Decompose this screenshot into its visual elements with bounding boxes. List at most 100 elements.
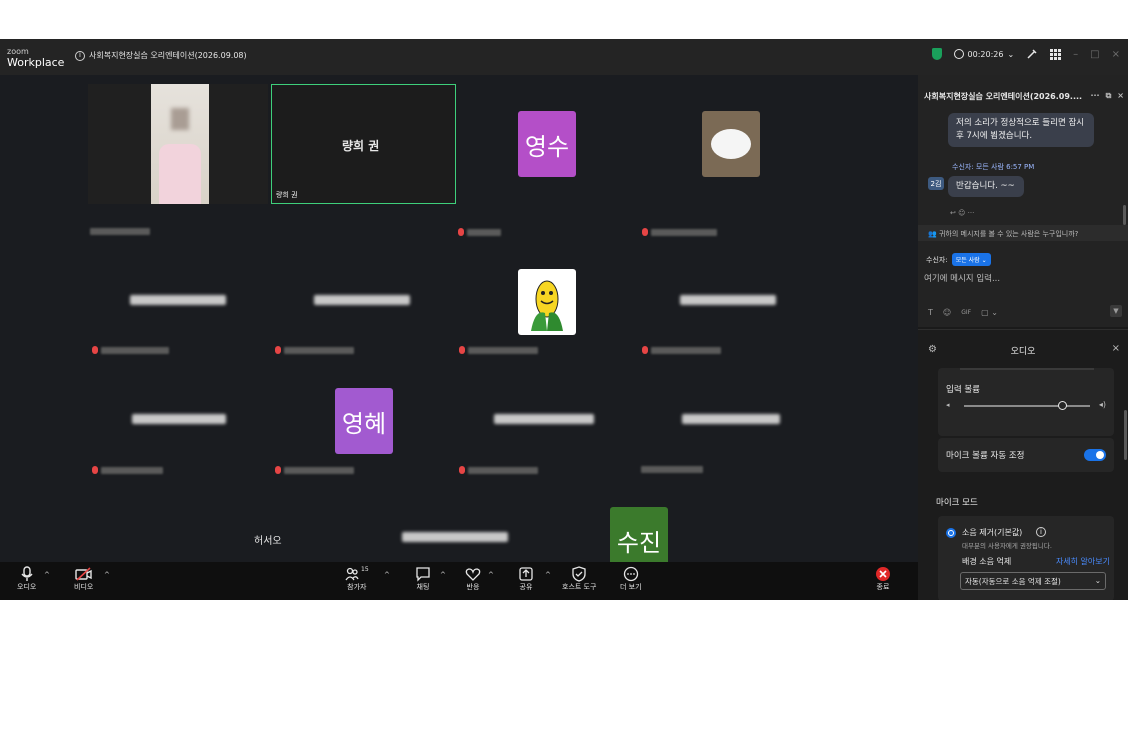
participants-label: 참가자 (347, 583, 367, 591)
share-screen-icon (519, 567, 533, 581)
bg-noise-select[interactable]: 자동(자동으로 소음 억제 조절) ⌄ (960, 572, 1106, 590)
input-volume-slider[interactable] (964, 405, 1090, 407)
who-can-see-notice[interactable]: 👥 귀하의 메시지를 볼 수 있는 사람은 누구입니까? (918, 225, 1128, 241)
participant-profile-photo (702, 111, 760, 177)
input-volume-label: 입력 볼륨 (946, 385, 980, 395)
participant-name-label (92, 466, 163, 474)
end-button[interactable]: 종료 (875, 566, 891, 592)
noise-suppression-desc: 대부분의 사용자에게 권장됩니다. (962, 542, 1052, 550)
screenshot-icon[interactable]: ▢ ⌄ (981, 308, 998, 317)
minimize-button[interactable]: – (1073, 49, 1078, 60)
active-speaker-tile[interactable]: 량희 권 량희 권 (271, 84, 456, 204)
chat-message-input[interactable] (924, 269, 1120, 289)
video-gallery: 량희 권 량희 권 영수 영혜 허서오 수진 (0, 75, 918, 591)
share-options-caret[interactable]: ^ (545, 571, 551, 579)
bg-noise-select-value: 자동(자동으로 소음 억제 조절) (965, 577, 1061, 586)
participant-name (494, 414, 594, 424)
volume-low-icon: ◂ (946, 401, 950, 409)
participant-name-label (275, 466, 354, 474)
participant-name (402, 532, 508, 542)
participant-name-label (459, 466, 538, 474)
who-can-see-text: 귀하의 메시지를 볼 수 있는 사람은 누구입니까? (938, 230, 1079, 238)
audio-close-button[interactable]: × (1112, 343, 1120, 354)
recipient-value: 모든 사람 (955, 257, 980, 264)
participant-avatar: 영혜 (335, 388, 393, 454)
recipient-selector: 수신자: 모든 사람 ⌄ (926, 253, 991, 266)
chat-scrollbar[interactable] (1123, 205, 1126, 225)
info-icon[interactable]: i (75, 50, 85, 61)
send-button[interactable]: ▼ (1110, 305, 1122, 317)
zoom-window: zoom Workplace i 사회복지현장실습 오리엔테이션(2026.09… (0, 39, 1128, 600)
auto-adjust-card: 마이크 볼륨 자동 조정 (938, 438, 1114, 472)
participants-options-caret[interactable]: ^ (384, 571, 390, 579)
meeting-info[interactable]: i 사회복지현장실습 오리엔테이션(2026.09.08) (75, 50, 247, 61)
people-icon: 👥 (928, 230, 937, 238)
participant-name: 허서오 (254, 536, 282, 547)
chat-message-bubble: 반갑습니다. ~~ (948, 176, 1024, 197)
video-options-caret[interactable]: ^ (104, 571, 110, 579)
security-shield-icon[interactable] (931, 48, 942, 60)
input-volume-thumb[interactable] (1057, 401, 1067, 410)
close-window-button[interactable]: × (1112, 49, 1120, 60)
participants-icon-group: 15 (345, 566, 369, 582)
input-volume-card: 입력 볼륨 ◂ ◂) (938, 368, 1114, 436)
mic-mode-title: 마이크 모드 (936, 498, 978, 508)
participant-name-label (642, 346, 721, 354)
mic-muted-icon (459, 346, 465, 354)
title-bar: zoom Workplace i 사회복지현장실습 오리엔테이션(2026.09… (0, 39, 1128, 75)
audio-panel-title: 오디오 (1010, 347, 1036, 357)
popout-icon[interactable]: ⧉ (1106, 91, 1112, 102)
mic-muted-icon (92, 466, 98, 474)
microphone-icon (21, 566, 33, 581)
audio-options-caret[interactable]: ^ (44, 571, 50, 579)
emoji-icon[interactable]: ☺ (943, 308, 951, 317)
corn-icon (531, 280, 563, 331)
participants-button[interactable]: 15 참가자 (345, 566, 369, 592)
mic-muted-icon (275, 466, 281, 474)
learn-more-link[interactable]: 자세히 알아보기 (1056, 556, 1110, 567)
chat-options-caret[interactable]: ^ (440, 571, 446, 579)
chat-title: 사회복지현장실습 오리엔테이션(2026.09.... (924, 92, 1083, 101)
chevron-down-icon: ⌄ (1094, 576, 1101, 585)
chat-header: 사회복지현장실습 오리엔테이션(2026.09.... ··· ⧉ × (924, 91, 1124, 102)
info-icon[interactable]: i (1036, 527, 1046, 537)
video-button[interactable]: 비디오 (74, 566, 93, 592)
maximize-button[interactable]: □ (1090, 49, 1099, 60)
zoom-logo: zoom Workplace (7, 47, 64, 69)
reactions-options-caret[interactable]: ^ (488, 571, 494, 579)
mic-muted-icon (458, 228, 464, 236)
noise-suppression-radio[interactable] (946, 528, 956, 538)
host-tools-button[interactable]: 호스트 도구 (562, 566, 596, 592)
pen-annotate-icon[interactable] (1026, 48, 1038, 60)
audio-button[interactable]: 오디오 (17, 566, 36, 592)
participant-name (132, 414, 226, 424)
recipient-label: 수신자: (926, 255, 948, 264)
recipient-dropdown[interactable]: 모든 사람 ⌄ (951, 253, 991, 266)
view-grid-icon[interactable] (1050, 48, 1062, 60)
audio-scrollbar[interactable] (1124, 410, 1127, 460)
mic-muted-icon (642, 228, 648, 236)
gif-icon[interactable]: GIF (961, 309, 971, 317)
text-format-icon[interactable]: T (928, 308, 933, 317)
participant-name (682, 414, 780, 424)
message-actions[interactable]: ↩ ☺ ··· (950, 209, 974, 217)
more-button[interactable]: 더 보기 (620, 566, 642, 592)
share-button[interactable]: 공유 (518, 566, 534, 592)
video-off-icon (74, 567, 92, 581)
auto-adjust-label: 마이크 볼륨 자동 조정 (946, 451, 1025, 461)
participant-name-label (459, 346, 538, 354)
audio-settings-panel: ⚙ 오디오 × 입력 볼륨 ◂ ◂) 마이크 볼륨 자동 조정 마이크 모드 소… (918, 329, 1128, 600)
end-meeting-icon (876, 567, 890, 581)
chat-button[interactable]: 채팅 (415, 566, 431, 592)
chat-more-button[interactable]: ··· (1090, 91, 1099, 102)
chat-close-button[interactable]: × (1117, 91, 1124, 102)
meeting-timer[interactable]: 00:20:26 ⌄ (953, 49, 1014, 59)
participant-video-tile[interactable] (88, 84, 268, 204)
chat-recipient-line: 수신자: 모든 사람 6:57 PM (952, 163, 1035, 171)
sender-avatar: 2김 (928, 177, 944, 190)
chat-message-bubble: 저의 소리가 정상적으로 들리면 잠시 후 7시에 뵙겠습니다. (948, 113, 1094, 147)
reactions-button[interactable]: 반응 (465, 566, 481, 592)
auto-adjust-toggle[interactable] (1084, 449, 1106, 461)
logo-small: zoom (7, 47, 29, 56)
timer-value: 00:20:26 (967, 49, 1004, 59)
